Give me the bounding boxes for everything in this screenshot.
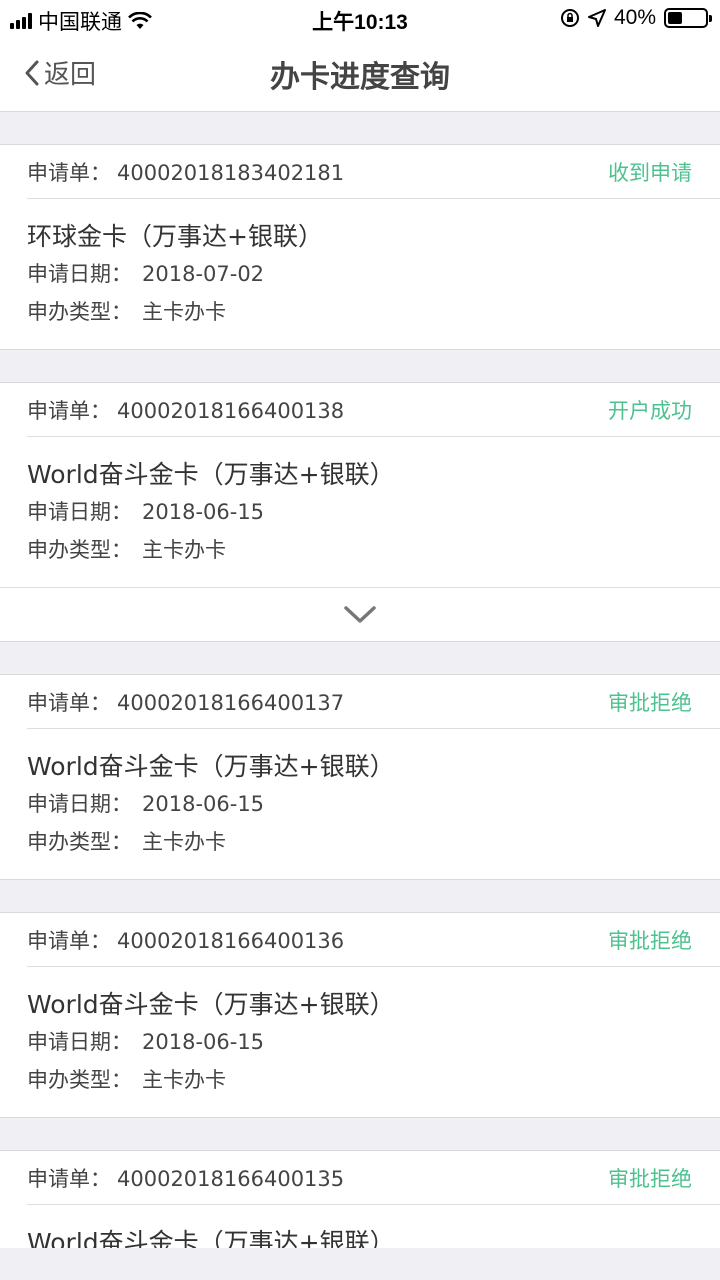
application-number: 申请单： 40002018166400138 <box>27 395 344 425</box>
status-bar: 中国联通 上午10:13 40% <box>0 0 720 38</box>
application-card[interactable]: 申请单： 40002018166400138 开户成功 World奋斗金卡（万事达… <box>0 382 720 642</box>
application-card[interactable]: 申请单： 40002018183402181 收到申请 环球金卡（万事达+银联） … <box>0 144 720 350</box>
apply-date-label: 申请日期： <box>27 262 132 286</box>
application-number: 申请单： 40002018183402181 <box>27 157 344 187</box>
apply-date-row: 申请日期： 2018-06-15 <box>27 1023 693 1061</box>
apply-type-value: 主卡办卡 <box>142 538 226 562</box>
status-right: 40% <box>560 6 712 30</box>
application-number-label: 申请单： <box>27 398 111 423</box>
application-number-label: 申请单： <box>27 928 111 953</box>
card-body: World奋斗金卡（万事达+银联） 申请日期： 2018-06-15 申办类型： 主… <box>0 729 720 879</box>
status-badge: 审批拒绝 <box>608 690 692 715</box>
apply-type-label: 申办类型： <box>27 830 132 854</box>
card-header: 申请单： 40002018166400137 审批拒绝 <box>27 675 720 729</box>
card-body: World奋斗金卡（万事达+银联） 申请日期： 2018-06-15 申办类型： 主… <box>0 437 720 587</box>
card-header: 申请单： 40002018183402181 收到申请 <box>27 145 720 199</box>
card-body: World奋斗金卡（万事达+银联） 申请日期： 2018-06-15 申办类型： 主… <box>0 967 720 1117</box>
status-badge: 开户成功 <box>608 398 692 423</box>
apply-date-label: 申请日期： <box>27 792 132 816</box>
application-card[interactable]: 申请单： 40002018166400135 审批拒绝 World奋斗金卡（万事达… <box>0 1150 720 1248</box>
application-number-label: 申请单： <box>27 1166 111 1191</box>
apply-type-value: 主卡办卡 <box>142 830 226 854</box>
apply-type-row: 申办类型： 主卡办卡 <box>27 293 693 331</box>
battery-icon <box>664 8 712 28</box>
card-body: World奋斗金卡（万事达+银联） <box>0 1205 720 1248</box>
card-header: 申请单： 40002018166400135 审批拒绝 <box>27 1151 720 1205</box>
application-number: 申请单： 40002018166400136 <box>27 925 344 955</box>
application-number: 申请单： 40002018166400137 <box>27 687 344 717</box>
apply-date-row: 申请日期： 2018-06-15 <box>27 493 693 531</box>
apply-date-label: 申请日期： <box>27 1030 132 1054</box>
card-product-name: World奋斗金卡（万事达+银联） <box>27 752 395 781</box>
application-card[interactable]: 申请单： 40002018166400136 审批拒绝 World奋斗金卡（万事达… <box>0 912 720 1118</box>
application-number-value: 40002018183402181 <box>117 160 345 185</box>
apply-type-row: 申办类型： 主卡办卡 <box>27 531 693 569</box>
application-number-value: 40002018166400135 <box>117 1166 345 1191</box>
application-number: 申请单： 40002018166400135 <box>27 1163 344 1193</box>
application-number-value: 40002018166400137 <box>117 690 345 715</box>
apply-date-value: 2018-06-15 <box>142 1030 265 1054</box>
card-header: 申请单： 40002018166400138 开户成功 <box>27 383 720 437</box>
apply-type-value: 主卡办卡 <box>142 1068 226 1092</box>
battery-percent: 40% <box>613 6 656 29</box>
rotation-lock-icon <box>560 9 579 27</box>
card-product-name: World奋斗金卡（万事达+银联） <box>27 460 395 489</box>
application-number-label: 申请单： <box>27 690 111 715</box>
status-badge: 收到申请 <box>608 160 692 185</box>
navigation-bar: 返回 办卡进度查询 <box>0 38 720 112</box>
page-title: 办卡进度查询 <box>270 60 450 95</box>
apply-date-value: 2018-06-15 <box>142 792 265 816</box>
application-card[interactable]: 申请单： 40002018166400137 审批拒绝 World奋斗金卡（万事达… <box>0 674 720 880</box>
card-body: 环球金卡（万事达+银联） 申请日期： 2018-07-02 申办类型： 主卡办卡 <box>0 199 720 349</box>
apply-date-value: 2018-07-02 <box>142 262 265 286</box>
application-number-value: 40002018166400138 <box>117 398 345 423</box>
expand-button[interactable] <box>0 587 720 641</box>
card-product-name: World奋斗金卡（万事达+银联） <box>27 990 395 1019</box>
apply-date-value: 2018-06-15 <box>142 500 265 524</box>
apply-date-row: 申请日期： 2018-07-02 <box>27 255 693 293</box>
card-header: 申请单： 40002018166400136 审批拒绝 <box>27 913 720 967</box>
apply-date-label: 申请日期： <box>27 500 132 524</box>
application-number-value: 40002018166400136 <box>117 928 345 953</box>
application-list: 申请单： 40002018183402181 收到申请 环球金卡（万事达+银联） … <box>0 112 720 1248</box>
apply-type-label: 申办类型： <box>27 1068 132 1092</box>
card-product-name: World奋斗金卡（万事达+银联） <box>27 1228 395 1248</box>
card-product-name: 环球金卡（万事达+银联） <box>27 222 323 251</box>
apply-type-label: 申办类型： <box>27 538 132 562</box>
apply-type-value: 主卡办卡 <box>142 300 226 324</box>
apply-type-label: 申办类型： <box>27 300 132 324</box>
apply-type-row: 申办类型： 主卡办卡 <box>27 1061 693 1099</box>
chevron-down-icon <box>344 605 376 623</box>
status-badge: 审批拒绝 <box>608 1166 692 1191</box>
bottom-strip <box>0 1248 720 1280</box>
apply-type-row: 申办类型： 主卡办卡 <box>27 823 693 861</box>
application-number-label: 申请单： <box>27 160 111 185</box>
apply-date-row: 申请日期： 2018-06-15 <box>27 785 693 823</box>
status-badge: 审批拒绝 <box>608 928 692 953</box>
location-arrow-icon <box>587 9 606 27</box>
battery-level <box>668 12 683 24</box>
